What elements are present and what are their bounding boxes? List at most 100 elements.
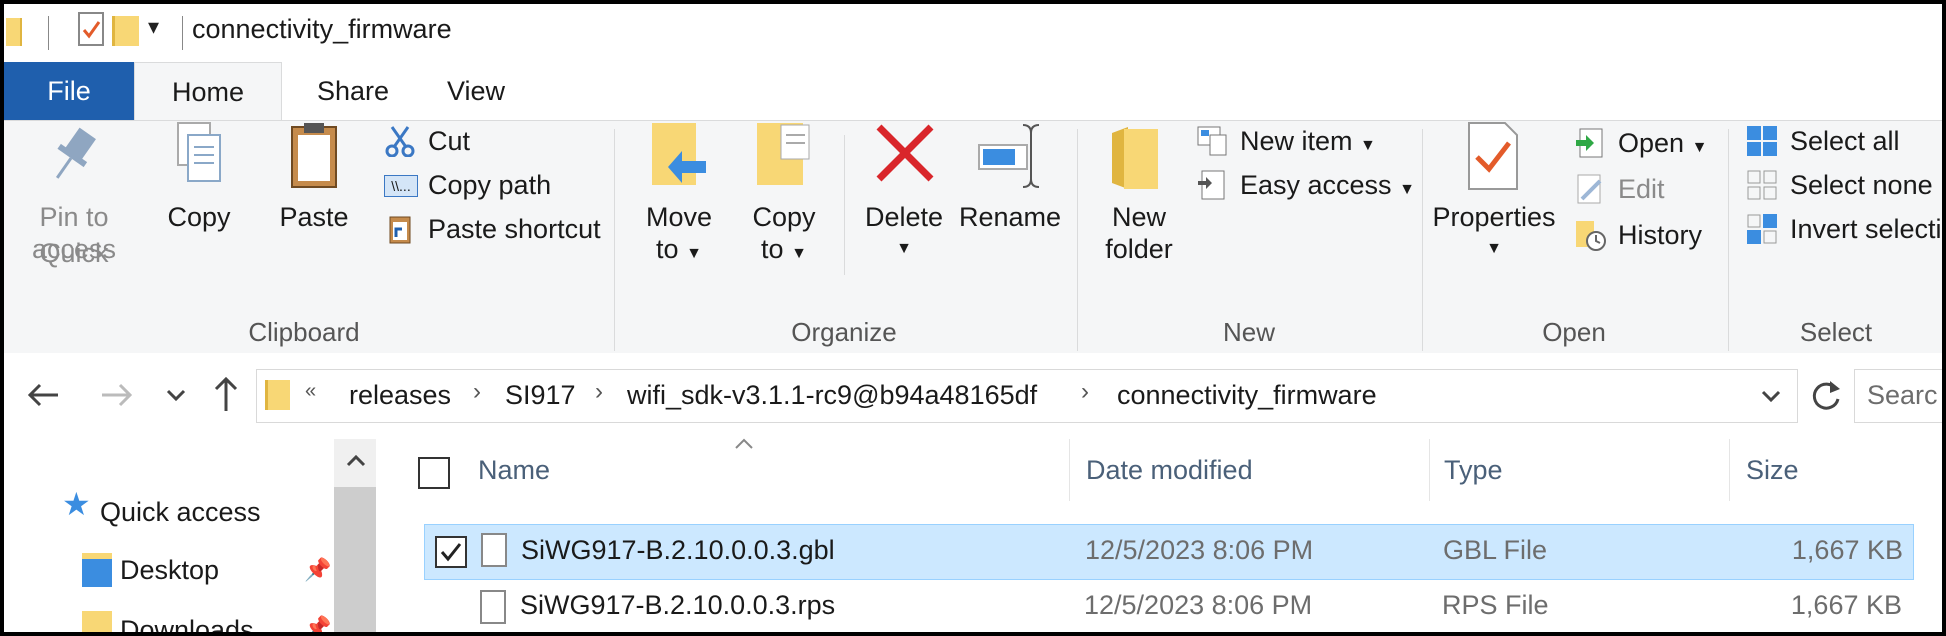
customize-toolbar-chevron-down-icon[interactable]: ▾: [148, 14, 159, 40]
address-history-chevron-down-icon[interactable]: [1759, 384, 1783, 408]
paste-shortcut-button[interactable]: Paste shortcut: [384, 209, 604, 249]
search-box[interactable]: Searc: [1854, 369, 1942, 423]
new-item-icon: [1196, 125, 1228, 157]
overflow-chevron[interactable]: «: [305, 380, 316, 403]
file-row[interactable]: SiWG917-B.2.10.0.0.3.gbl 12/5/2023 8:06 …: [424, 524, 1914, 580]
new-folder-quick-icon[interactable]: [112, 16, 139, 46]
back-arrow-icon[interactable]: [26, 377, 62, 413]
paste-shortcut-label: Paste shortcut: [428, 214, 601, 244]
file-name[interactable]: SiWG917-B.2.10.0.0.3.gbl: [521, 535, 835, 566]
copy-path-label: Copy path: [428, 170, 552, 200]
new-folder-button[interactable]: New folder: [1094, 121, 1184, 301]
copy-to-label-2: to ▼: [761, 234, 807, 264]
column-divider[interactable]: [1429, 439, 1430, 501]
column-date-modified[interactable]: Date modified: [1086, 455, 1253, 486]
file-size: 1,667 KB: [1791, 535, 1903, 565]
nav-desktop[interactable]: Desktop: [120, 555, 219, 586]
edit-button[interactable]: Edit: [1574, 169, 1734, 209]
pin-icon[interactable]: 📌: [304, 615, 331, 632]
breadcrumb-connectivity-firmware[interactable]: connectivity_firmware: [1117, 380, 1377, 411]
rename-icon: [975, 121, 1045, 191]
new-folder-label-2: folder: [1105, 234, 1173, 264]
invert-selection-icon: [1746, 213, 1778, 245]
move-to-icon: [646, 121, 710, 191]
breadcrumb-si917[interactable]: SI917: [505, 380, 576, 411]
breadcrumb-wifi-sdk[interactable]: wifi_sdk-v3.1.1-rc9@b94a48165df: [627, 380, 1037, 411]
delete-chevron-down-icon: ▼: [896, 240, 912, 257]
move-to-button[interactable]: Move to ▼: [634, 121, 724, 301]
column-name[interactable]: Name: [478, 455, 550, 486]
new-folder-label: New: [1111, 202, 1166, 232]
copy-to-label: Copy: [752, 202, 816, 232]
delete-label: Delete: [864, 202, 944, 232]
group-separator: [1422, 129, 1423, 351]
folder-icon: [265, 380, 290, 410]
history-button[interactable]: History: [1574, 215, 1734, 255]
copy-to-button[interactable]: Copy to ▼: [739, 121, 829, 301]
row-checkbox[interactable]: [435, 536, 467, 568]
select-none-icon: [1746, 169, 1778, 201]
column-size[interactable]: Size: [1746, 455, 1799, 486]
copy-button[interactable]: Copy: [154, 121, 244, 301]
scroll-up-chevron-icon[interactable]: [344, 451, 368, 471]
divider: [48, 16, 49, 50]
new-item-button[interactable]: New item ▼: [1196, 121, 1406, 161]
delete-button[interactable]: Delete ▼: [859, 121, 949, 301]
edit-label: Edit: [1618, 174, 1665, 204]
select-all-checkbox[interactable]: [418, 457, 450, 489]
nav-downloads[interactable]: Downloads: [120, 615, 254, 632]
copy-path-button[interactable]: \\... Copy path: [384, 165, 584, 205]
tab-share[interactable]: Share: [280, 62, 426, 120]
paste-button[interactable]: Paste: [274, 121, 354, 301]
properties-icon: [1467, 121, 1519, 191]
breadcrumb-separator: ›: [473, 378, 481, 405]
rename-button[interactable]: Rename: [959, 121, 1061, 301]
move-to-label: Move: [645, 202, 713, 232]
open-button[interactable]: Open ▼: [1574, 123, 1734, 163]
properties-button[interactable]: Properties ▼: [1429, 121, 1559, 301]
ribbon-tabs: File Home Share View: [4, 62, 1942, 122]
select-all-label: Select all: [1790, 126, 1900, 156]
nav-scrollbar-thumb[interactable]: [334, 487, 376, 632]
file-icon: [480, 590, 506, 624]
file-name[interactable]: SiWG917-B.2.10.0.0.3.rps: [520, 590, 835, 621]
recent-locations-chevron-down-icon[interactable]: [164, 383, 188, 407]
breadcrumb-releases[interactable]: releases: [349, 380, 451, 411]
refresh-icon[interactable]: [1808, 377, 1844, 413]
column-divider[interactable]: [1729, 439, 1730, 501]
history-label: History: [1618, 220, 1703, 250]
cut-label: Cut: [428, 126, 471, 156]
select-none-button[interactable]: Select none: [1746, 165, 1942, 205]
up-arrow-icon[interactable]: [210, 375, 242, 413]
breadcrumb-separator: ›: [595, 378, 603, 405]
column-type[interactable]: Type: [1444, 455, 1503, 486]
select-none-label: Select none: [1790, 170, 1933, 200]
properties-quick-icon[interactable]: [78, 12, 106, 48]
tab-home[interactable]: Home: [134, 62, 282, 122]
easy-access-button[interactable]: Easy access ▼: [1196, 165, 1415, 205]
tab-view[interactable]: View: [426, 62, 526, 120]
column-divider[interactable]: [1069, 439, 1070, 501]
cut-button[interactable]: Cut: [384, 121, 584, 161]
open-icon: [1574, 127, 1606, 159]
forward-arrow-icon[interactable]: [98, 377, 134, 413]
group-separator: [614, 129, 615, 351]
title-bar: ▾ connectivity_firmware: [4, 4, 1942, 62]
select-all-button[interactable]: Select all: [1746, 121, 1942, 161]
file-date: 12/5/2023 8:06 PM: [1084, 590, 1313, 620]
downloads-folder-icon: [82, 611, 112, 632]
pin-icon[interactable]: 📌: [304, 557, 331, 583]
file-type: GBL File: [1443, 535, 1548, 565]
invert-selection-label: Invert selectio: [1790, 214, 1942, 244]
nav-quick-access[interactable]: Quick access: [100, 497, 261, 528]
pin-to-quick-access-button[interactable]: Pin to Quick access: [4, 121, 144, 301]
file-row[interactable]: SiWG917-B.2.10.0.0.3.rps 12/5/2023 8:06 …: [424, 580, 1912, 632]
group-separator: [1077, 129, 1078, 351]
address-bar[interactable]: « releases › SI917 › wifi_sdk-v3.1.1-rc9…: [256, 369, 1798, 423]
tab-file[interactable]: File: [4, 62, 134, 120]
invert-selection-button[interactable]: Invert selectio: [1746, 209, 1942, 249]
pin-icon: [52, 125, 96, 189]
copy-path-icon: \\...: [384, 175, 418, 197]
easy-access-icon: [1196, 169, 1228, 201]
select-all-icon: [1746, 125, 1778, 157]
